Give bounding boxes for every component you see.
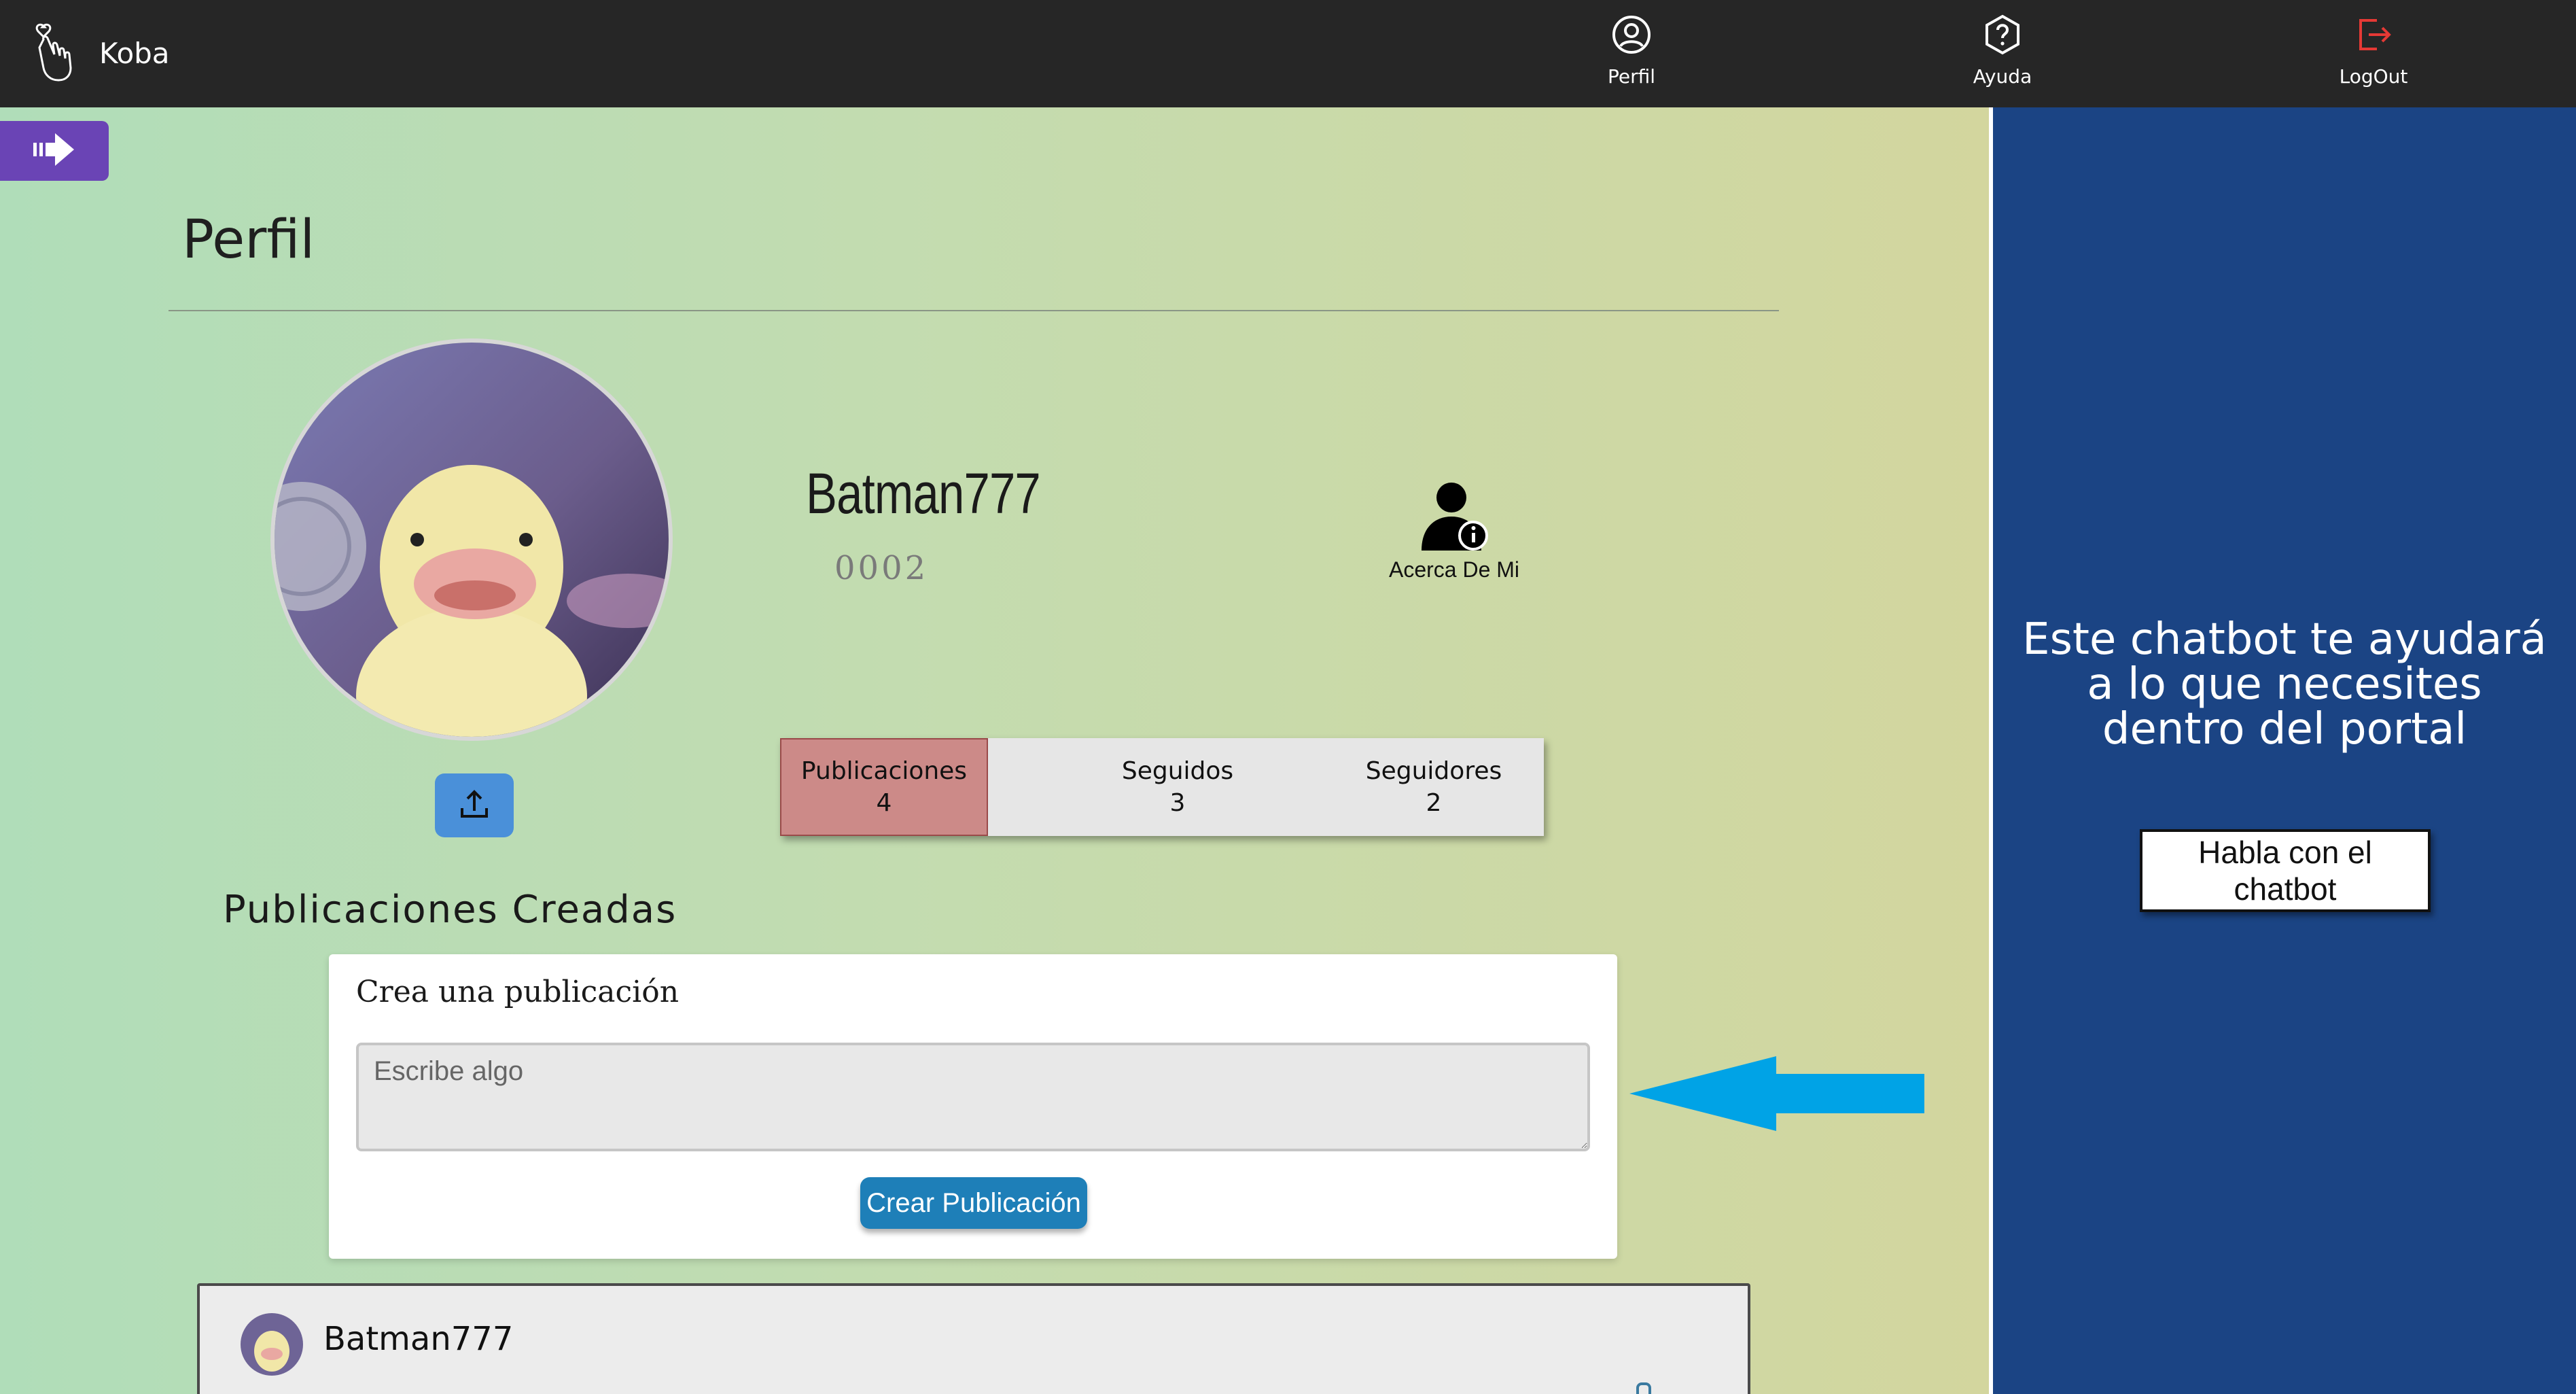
stat-value: 2	[1426, 789, 1442, 817]
profile-avatar	[270, 338, 673, 741]
nav-perfil-label: Perfil	[1607, 65, 1656, 88]
top-navbar: Koba Perfil Ayuda LogOut	[0, 0, 2576, 107]
stat-value: 4	[876, 789, 892, 817]
create-post-button[interactable]: Crear Publicación	[860, 1177, 1087, 1229]
upload-icon	[457, 786, 492, 824]
brand-name: Koba	[99, 36, 170, 70]
nav-logout-label: LogOut	[2339, 65, 2408, 88]
upload-photo-button[interactable]	[435, 773, 514, 837]
stat-value: 3	[1169, 789, 1186, 817]
chatbot-description: Este chatbot te ayudará a lo que necesit…	[1993, 617, 2576, 752]
annotation-arrow-icon	[1629, 1056, 1924, 1131]
about-me-label: Acerca De Mi	[1388, 557, 1520, 582]
post-username: Batman777	[323, 1320, 514, 1358]
stat-seguidores[interactable]: Seguidores 2	[1324, 738, 1544, 836]
post-menu-icon[interactable]	[1636, 1382, 1651, 1394]
stat-label: Seguidores	[1365, 757, 1502, 785]
about-me-button[interactable]: Acerca De Mi	[1386, 480, 1522, 582]
chatbot-text-line: a lo que necesites	[2087, 659, 2482, 710]
profile-main: Perfil Batman777 0002 Acerca De Mi Publi…	[0, 107, 1989, 1394]
logout-icon	[2299, 14, 2448, 56]
stat-label: Seguidos	[1121, 757, 1234, 785]
create-post-title: Crea una publicación	[356, 975, 680, 1009]
page-title: Perfil	[182, 209, 315, 271]
nav-perfil[interactable]: Perfil	[1557, 14, 1706, 88]
stat-seguidos[interactable]: Seguidos 3	[1072, 738, 1283, 836]
nav-logout[interactable]: LogOut	[2299, 14, 2448, 88]
finger-heart-logo-icon	[30, 18, 75, 88]
chatbot-text-line: Este chatbot te ayudará	[2022, 614, 2547, 665]
arrow-right-icon	[32, 132, 77, 170]
section-title: Publicaciones Creadas	[223, 888, 677, 932]
chatbot-button[interactable]: Habla con el chatbot	[2140, 829, 2431, 912]
nav-ayuda-label: Ayuda	[1973, 65, 2032, 88]
nav-ayuda[interactable]: Ayuda	[1928, 14, 2077, 88]
user-info-icon	[1386, 480, 1522, 555]
sidebar-toggle-button[interactable]	[0, 121, 109, 181]
title-divider	[169, 310, 1779, 311]
profile-user-id: 0002	[834, 549, 929, 587]
stat-label: Publicaciones	[800, 757, 968, 785]
chatbot-panel: Este chatbot te ayudará a lo que necesit…	[1989, 107, 2576, 1394]
profile-username: Batman777	[806, 461, 1041, 525]
chatbot-text-line: dentro del portal	[2102, 704, 2467, 754]
brand[interactable]: Koba	[30, 19, 170, 87]
post-text-input[interactable]	[356, 1043, 1590, 1151]
create-post-card: Crea una publicación Crear Publicación	[329, 954, 1617, 1259]
post-avatar	[241, 1313, 303, 1376]
user-circle-icon	[1557, 14, 1706, 56]
post-card: Batman777	[197, 1283, 1750, 1394]
help-hexagon-icon	[1928, 14, 2077, 56]
profile-stats: Publicaciones 4 Seguidos 3 Seguidores 2	[780, 738, 1544, 836]
stat-publicaciones[interactable]: Publicaciones 4	[780, 738, 988, 836]
